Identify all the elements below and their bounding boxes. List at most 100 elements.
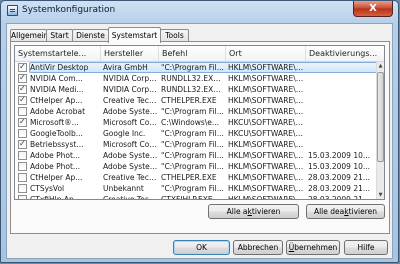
apply-label-c: bernehmen — [294, 243, 338, 252]
apply-button[interactable]: Übernehmen — [286, 240, 340, 255]
tab-systemstart[interactable]: Systemstart — [108, 27, 161, 43]
scroll-down-icon[interactable]: ▼ — [377, 191, 384, 199]
cell-maker: Creative Techn... — [103, 96, 159, 105]
cell-cmd: "C:\Program Fil... — [161, 129, 224, 138]
cell-date: 15.03.2009 10... — [308, 162, 371, 171]
vertical-scrollbar[interactable]: ▲ ▼ — [376, 62, 384, 199]
cell-cmd: "C:\Program Fil... — [161, 162, 224, 171]
table-row[interactable]: NVIDIA Medi... NVIDIA Corpor...RUNDLL32.E… — [15, 84, 378, 95]
startup-checkbox[interactable] — [18, 107, 27, 116]
table-row[interactable]: Betriebssyst... Microsoft Corp..."C:\Prog… — [15, 139, 378, 150]
startup-checkbox[interactable] — [18, 195, 27, 199]
cell-cmd: "C:\Program Fil... — [161, 184, 224, 193]
table-row[interactable]: Adobe Phot... Adobe System... "C:\Program … — [15, 150, 378, 161]
window-title: Systemkonfiguration — [22, 5, 116, 15]
startup-list[interactable]: Systemstartele... Hersteller Befehl Ort … — [14, 45, 385, 200]
cell-loc: HKLM\SOFTWARE\M... — [228, 85, 306, 94]
cell-maker: Google Inc. — [103, 129, 146, 138]
startup-checkbox[interactable] — [18, 117, 27, 127]
enable-all-label-a: Alle a — [226, 207, 248, 216]
startup-checkbox[interactable] — [18, 151, 27, 160]
table-row[interactable]: Microsoft®... Microsoft Corp...C:\Windows… — [15, 117, 378, 128]
startup-checkbox[interactable] — [18, 95, 27, 105]
cell-date — [308, 62, 378, 73]
cell-maker: Creative Techn... — [103, 194, 159, 199]
close-button[interactable]: X — [353, 1, 393, 17]
cell-loc: HKLM\SOFTWARE\M... — [228, 194, 306, 199]
cell-cmd: "C:\Program Fil... — [161, 63, 224, 72]
table-row[interactable]: AntiVir Desktop Avira GmbH "C:\Program Fil… — [15, 62, 378, 73]
cell-maker: Adobe System... — [103, 151, 159, 160]
systemstart-panel: Systemstartele... Hersteller Befehl Ort … — [10, 41, 390, 234]
cell-item: CtHelper Ap... — [30, 173, 83, 182]
disable-all-label-a: Alle dea — [313, 207, 345, 216]
cell-maker: Creative Techn... — [103, 173, 159, 182]
scroll-up-icon[interactable]: ▲ — [377, 62, 384, 70]
cell-cmd: CTHELPER.EXE — [161, 173, 217, 182]
table-row[interactable]: GoogleToolb... Google Inc. "C:\Program Fil… — [15, 128, 378, 139]
help-button[interactable]: Hilfe — [344, 240, 388, 255]
cell-loc: HKCU\SOFTWARE\M... — [228, 129, 306, 138]
cell-item: Adobe Phot... — [30, 162, 81, 171]
cell-maker: Microsoft Corp... — [103, 118, 159, 127]
cell-loc: HKLM\SOFTWARE\M... — [228, 107, 306, 116]
enable-all-label-c: tivieren — [251, 207, 281, 216]
startup-checkbox[interactable] — [18, 139, 27, 149]
column-header-disabled-date[interactable]: Deaktivierungs... — [306, 46, 384, 61]
table-row[interactable]: Adobe Phot... Adobe System... "C:\Program … — [15, 161, 378, 172]
cell-item: Adobe Acrobat — [30, 107, 86, 116]
startup-checkbox[interactable] — [18, 173, 27, 182]
disable-all-button[interactable]: Alle deaktivieren — [306, 204, 385, 219]
cell-item: CTSysVol — [30, 184, 65, 193]
table-row[interactable]: CTxfiHlp.Ap... Creative Techn...CTXFIHLP.… — [15, 194, 378, 199]
dialog-client: Allgemein Start Dienste Systemstart Tool… — [6, 23, 393, 259]
table-row[interactable]: NVIDIA Com... NVIDIA Corpor...RUNDLL32.EX… — [15, 73, 378, 84]
table-row[interactable]: CTSysVol Unbekannt "C:\Program Fil... HKLM\… — [15, 183, 378, 194]
cell-loc: HKLM\SOFTWARE\M... — [228, 173, 306, 182]
cell-item: Adobe Phot... — [30, 151, 81, 160]
startup-checkbox[interactable] — [18, 84, 27, 94]
startup-checkbox[interactable] — [18, 129, 27, 138]
cell-item: AntiVir Desktop — [30, 63, 89, 72]
startup-checkbox[interactable] — [18, 62, 27, 72]
cell-item: Microsoft®... — [30, 118, 79, 127]
cell-maker: Avira GmbH — [103, 63, 148, 72]
column-header-item[interactable]: Systemstartele... — [15, 46, 101, 61]
table-row[interactable]: CtHelper Ap... Creative Techn...CTHELPER.… — [15, 95, 378, 106]
window: Systemkonfiguration X Allgemein Start Di… — [0, 0, 399, 263]
cell-item: Betriebssyst... — [30, 140, 84, 149]
column-header-manufacturer[interactable]: Hersteller — [101, 46, 159, 61]
cell-maker: NVIDIA Corpor... — [103, 74, 159, 83]
cell-item: CTxfiHlp.Ap... — [30, 194, 99, 199]
cell-cmd: RUNDLL32.EXE... — [161, 85, 225, 94]
cell-maker: Adobe System... — [103, 107, 159, 116]
list-header: Systemstartele... Hersteller Befehl Ort … — [15, 46, 384, 62]
column-header-command[interactable]: Befehl — [159, 46, 226, 61]
cell-date: 28.03.2009 21... — [308, 173, 371, 182]
cell-date — [308, 95, 378, 106]
cell-date — [308, 73, 378, 84]
startup-checkbox[interactable] — [18, 184, 27, 193]
enable-all-button[interactable]: Alle aktivieren — [208, 204, 299, 219]
title-bar[interactable]: Systemkonfiguration X — [1, 1, 398, 21]
startup-checkbox[interactable] — [18, 73, 27, 83]
cancel-button[interactable]: Abbrechen — [233, 240, 283, 255]
disable-all-label-c: tivieren — [348, 207, 378, 216]
list-body: AntiVir Desktop Avira GmbH "C:\Program Fil… — [15, 62, 378, 199]
startup-checkbox[interactable] — [18, 162, 27, 171]
scrollbar-thumb[interactable] — [377, 72, 384, 162]
column-header-location[interactable]: Ort — [226, 46, 306, 61]
cell-item: CtHelper Ap... — [30, 96, 83, 105]
ok-button[interactable]: OK — [173, 240, 230, 255]
cell-maker: NVIDIA Corpor... — [103, 85, 159, 94]
cell-cmd: "C:\Program Fil... — [161, 107, 224, 116]
cell-maker: Microsoft Corp... — [103, 140, 159, 149]
cell-item: NVIDIA Medi... — [30, 85, 84, 94]
table-row[interactable]: Adobe Acrobat Adobe System... "C:\Program … — [15, 106, 378, 117]
cell-item: NVIDIA Com... — [30, 74, 83, 83]
cell-cmd: CTXFIHLP.EXE — [161, 194, 225, 199]
cell-cmd: CTHELPER.EXE — [161, 96, 217, 105]
app-icon — [7, 5, 18, 16]
table-row[interactable]: CtHelper Ap... Creative Techn...CTHELPER.… — [15, 172, 378, 183]
cell-date — [308, 84, 378, 95]
